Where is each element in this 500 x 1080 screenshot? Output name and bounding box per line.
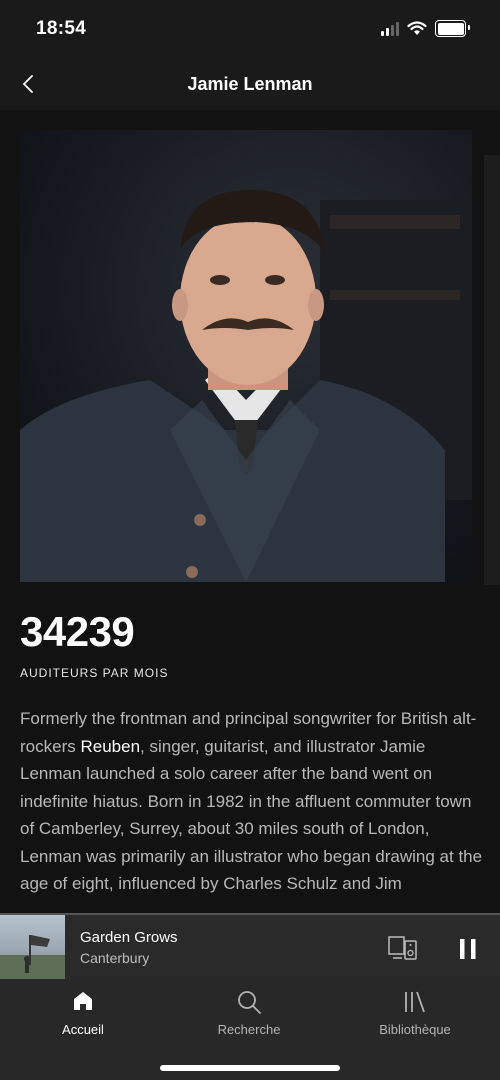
- nav-label-library: Bibliothèque: [379, 1022, 451, 1037]
- home-icon: [74, 992, 92, 1010]
- mini-player[interactable]: Garden Grows Canterbury: [0, 913, 500, 981]
- artist-photo: [20, 130, 472, 582]
- nav-item-library[interactable]: Bibliothèque: [332, 979, 498, 1051]
- next-card-peek: [484, 155, 500, 585]
- pause-icon[interactable]: [457, 937, 479, 961]
- nav-label-home: Accueil: [62, 1022, 104, 1037]
- monthly-listeners-label: AUDITEURS PAR MOIS: [20, 666, 169, 680]
- search-icon: [238, 991, 261, 1014]
- track-artist: Canterbury: [80, 950, 150, 966]
- library-icon: [405, 991, 425, 1013]
- album-cover: [0, 915, 65, 981]
- page-title: Jamie Lenman: [187, 74, 313, 94]
- cellular-signal-icon: [381, 21, 399, 36]
- status-time: 18:54: [36, 18, 87, 39]
- home-indicator: [160, 1065, 340, 1071]
- nav-item-search[interactable]: Recherche: [166, 979, 332, 1051]
- nav-item-home[interactable]: Accueil: [0, 979, 166, 1051]
- monthly-listeners-count: 34239: [20, 608, 135, 655]
- top-bar: Jamie Lenman: [0, 60, 500, 110]
- connect-devices-icon[interactable]: [388, 935, 418, 961]
- track-title: Garden Grows: [80, 929, 178, 946]
- status-bar: 18:54: [0, 0, 500, 60]
- bio-text-rest: , singer, guitarist, and illustrator Jam…: [20, 736, 483, 894]
- nav-label-search: Recherche: [217, 1022, 281, 1037]
- wifi-icon: [407, 21, 427, 35]
- status-icons: [381, 20, 470, 37]
- bio-link-reuben[interactable]: Reuben: [80, 737, 140, 756]
- artist-bio: Formerly the frontman and principal song…: [20, 705, 485, 912]
- battery-icon: [435, 20, 470, 37]
